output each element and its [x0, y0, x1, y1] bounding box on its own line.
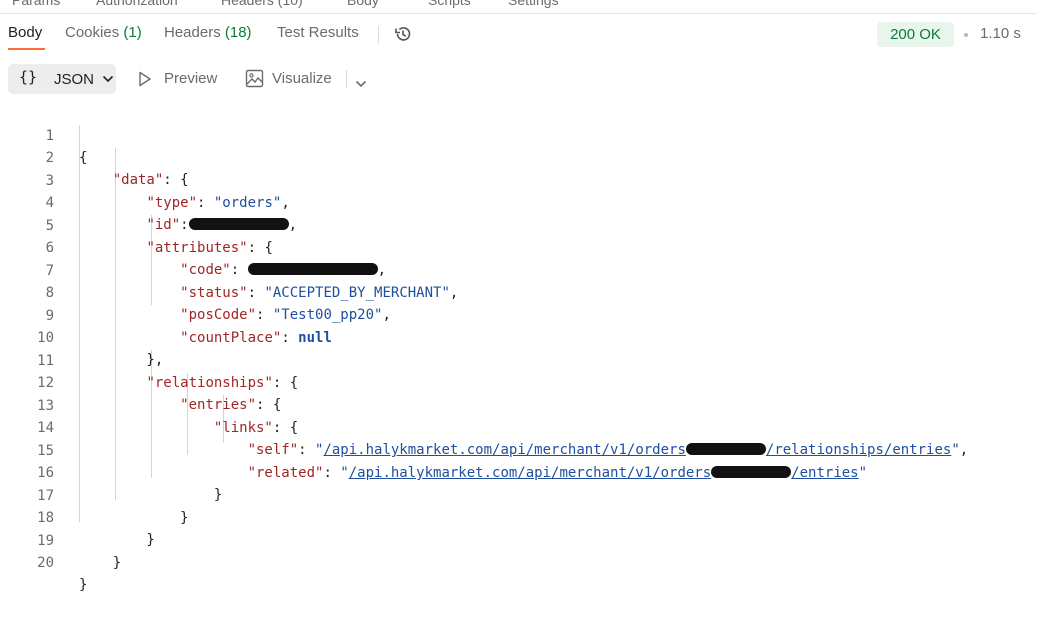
play-icon[interactable]	[138, 71, 152, 92]
cookies-count: (1)	[123, 24, 142, 41]
active-tab-underline	[8, 48, 45, 50]
image-icon[interactable]	[245, 69, 264, 93]
code-line: 18 }	[0, 485, 1037, 548]
history-icon[interactable]	[393, 24, 413, 49]
code-line: 7 "status": "ACCEPTED_BY_MERCHANT",	[0, 238, 1037, 301]
code-line: 14 "self": "/api.halykmarket.com/api/mer…	[0, 395, 1037, 458]
format-dropdown[interactable]: {} JSON	[8, 64, 116, 94]
code-line: 11 "relationships": {	[0, 328, 1037, 391]
code-line: 2 "data": {	[0, 125, 1037, 188]
headers-count: (18)	[224, 24, 252, 41]
response-toolbar: {} JSON Preview Visualize	[0, 62, 1037, 96]
tab-settings[interactable]: Settings	[508, 0, 559, 8]
response-time: 1.10 s	[980, 25, 1021, 42]
format-label: JSON	[54, 71, 95, 88]
tab-params[interactable]: Params	[12, 0, 60, 8]
panel-divider	[0, 13, 1037, 14]
chevron-down-icon[interactable]	[355, 75, 367, 93]
code-line: 20 }	[0, 530, 1037, 593]
code-line: 17 }	[0, 463, 1037, 526]
code-line: 15 "related": "/api.halykmarket.com/api/…	[0, 418, 1037, 481]
tabs-divider	[378, 26, 379, 44]
tab-headers-label: Headers	[164, 24, 221, 41]
tab-cookies-label: Cookies	[65, 24, 120, 41]
status-badge: 200 OK	[877, 22, 954, 47]
code-line: 16 }	[0, 440, 1037, 503]
tab-scripts[interactable]: Scripts	[428, 0, 471, 8]
request-tabs-cut: Params Authorization Headers (10) Body S…	[0, 0, 1037, 8]
code-line: 6 "code": ,	[0, 215, 1037, 278]
code-line: 19 }	[0, 508, 1037, 571]
code-line: 13 "links": {	[0, 373, 1037, 436]
chevron-down-icon	[102, 75, 114, 83]
tab-test-results[interactable]: Test Results	[277, 24, 359, 41]
code-line: 8 "posCode": "Test00_pp20",	[0, 260, 1037, 323]
braces-icon: {}	[19, 68, 38, 86]
code-line: 4 "id":,	[0, 170, 1037, 233]
tab-body-request[interactable]: Body	[347, 0, 379, 8]
preview-button[interactable]: Preview	[164, 70, 217, 87]
code-line: 1 {	[0, 103, 1037, 166]
code-line: 10 },	[0, 305, 1037, 368]
toolbar-divider	[346, 70, 347, 88]
tab-cookies[interactable]: Cookies (1)	[65, 24, 142, 41]
tab-body[interactable]: Body	[8, 24, 42, 41]
code-line: 5 "attributes": {	[0, 193, 1037, 256]
code-line: 12 "entries": {	[0, 350, 1037, 413]
code-line: 9 "countPlace": null	[0, 283, 1037, 346]
tab-authorization[interactable]: Authorization	[96, 0, 178, 8]
visualize-button[interactable]: Visualize	[272, 70, 332, 87]
line-number: 20	[37, 555, 54, 571]
status-separator-dot	[964, 33, 968, 37]
tab-headers[interactable]: Headers (18)	[164, 24, 252, 41]
code-line: 3 "type": "orders",	[0, 148, 1037, 211]
tab-headers-request[interactable]: Headers (10)	[221, 0, 303, 8]
